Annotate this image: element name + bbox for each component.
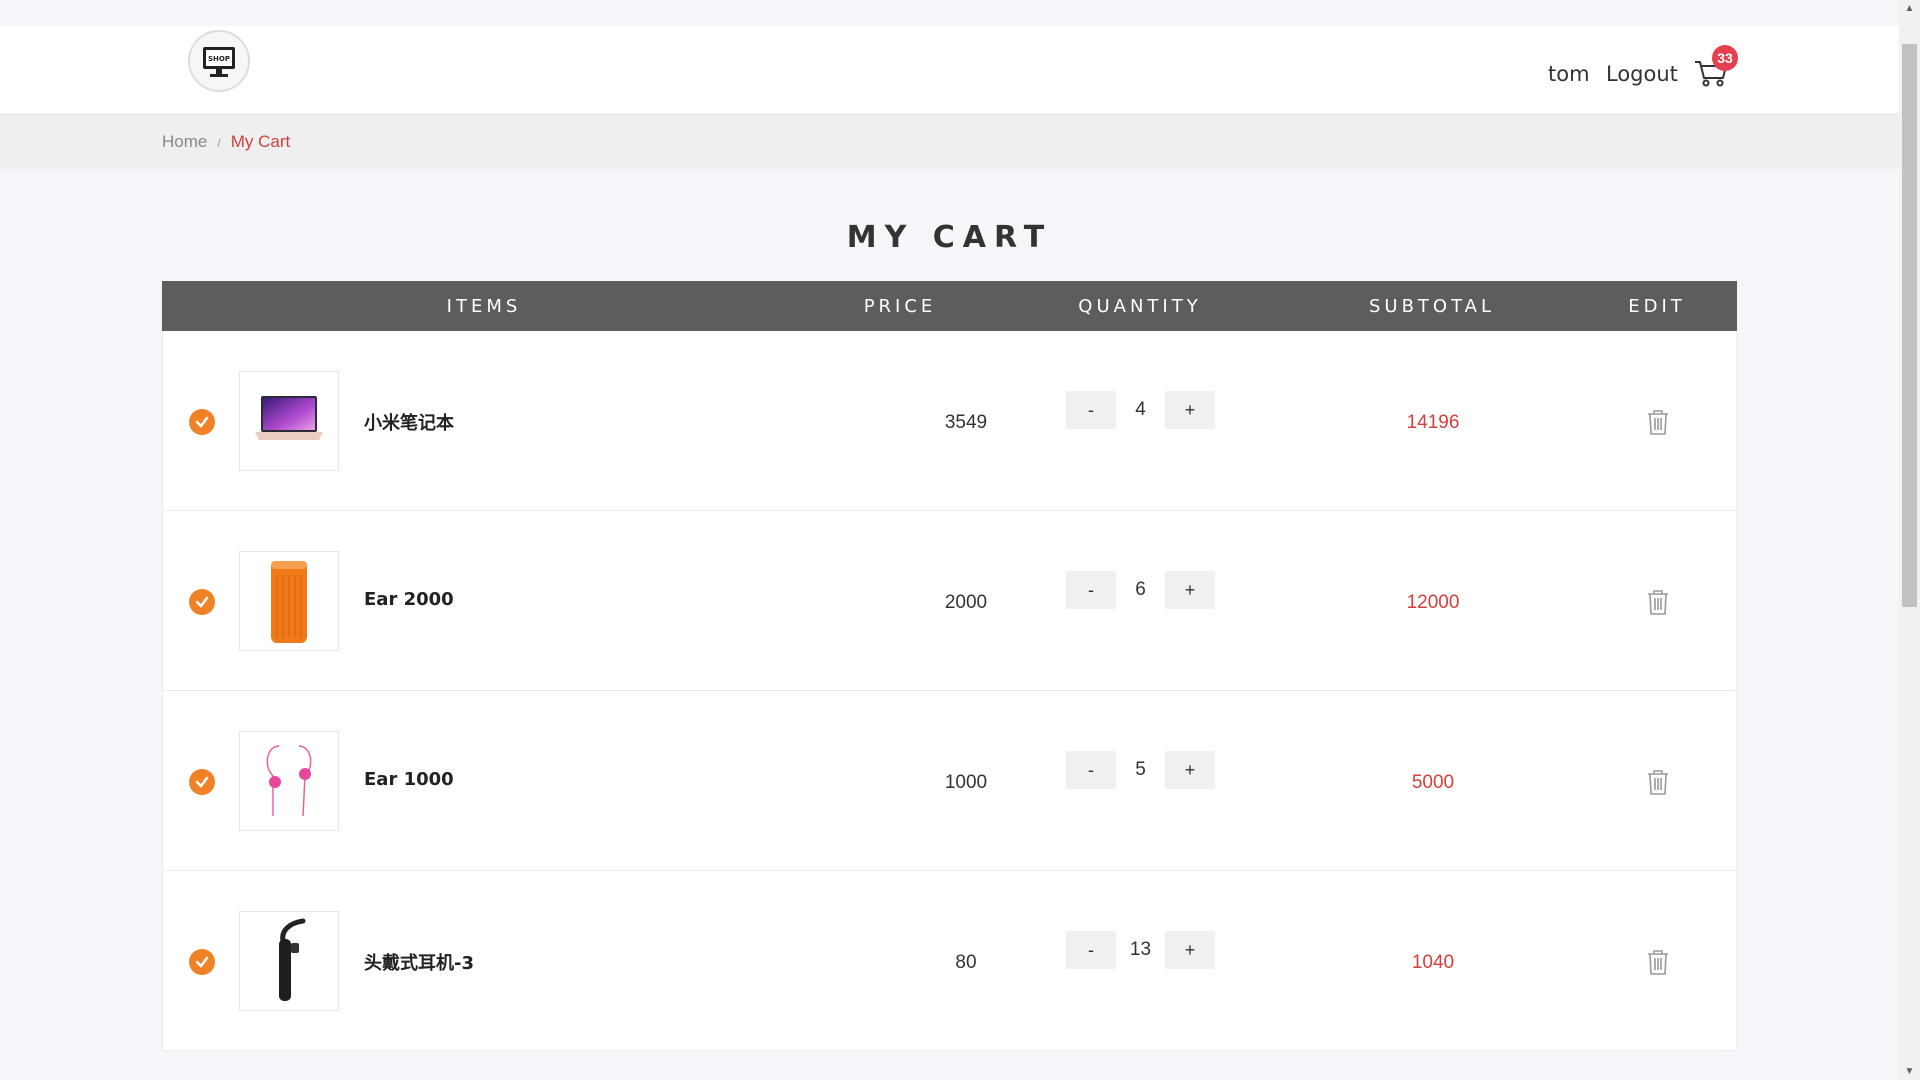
product-name[interactable]: 小米笔记本 — [364, 409, 454, 435]
quantity-stepper: - 5 + — [1066, 751, 1215, 789]
breadcrumb-bar: Home / My Cart — [0, 113, 1899, 169]
cart-row: Ear 2000 2000 - 6 + 12000 — [162, 511, 1737, 691]
column-header-edit: EDIT — [1628, 296, 1686, 317]
breadcrumb-current: My Cart — [230, 132, 291, 151]
decrease-quantity-button[interactable]: - — [1066, 931, 1116, 969]
cart-row: Ear 1000 1000 - 5 + 5000 — [162, 691, 1737, 871]
product-image[interactable] — [239, 911, 339, 1011]
table-header: ITEMS PRICE QUANTITY SUBTOTAL EDIT — [162, 281, 1737, 331]
item-checkbox[interactable] — [189, 769, 215, 795]
quantity-value[interactable]: 4 — [1116, 391, 1165, 429]
cart-count-badge: 33 — [1712, 45, 1738, 71]
breadcrumb-home-link[interactable]: Home — [162, 132, 207, 151]
trash-icon[interactable] — [1643, 767, 1673, 797]
product-image[interactable] — [239, 731, 339, 831]
product-price: 1000 — [944, 772, 988, 793]
breadcrumb-separator: / — [217, 136, 221, 150]
laptop-image — [255, 396, 323, 440]
product-subtotal: 12000 — [1406, 592, 1460, 613]
trash-icon[interactable] — [1643, 587, 1673, 617]
breadcrumb: Home / My Cart — [162, 132, 290, 152]
pink-earphones-image — [266, 745, 312, 817]
product-subtotal: 1040 — [1411, 952, 1455, 973]
product-price: 80 — [955, 952, 977, 973]
logout-link[interactable]: Logout — [1606, 62, 1678, 86]
column-header-items: ITEMS — [446, 296, 522, 317]
product-price: 3549 — [944, 412, 988, 433]
quantity-stepper: - 6 + — [1066, 571, 1215, 609]
increase-quantity-button[interactable]: + — [1165, 571, 1215, 609]
shop-logo[interactable]: SHOP — [188, 30, 250, 92]
product-subtotal: 5000 — [1411, 772, 1455, 793]
item-checkbox[interactable] — [189, 589, 215, 615]
scroll-down-arrow-icon[interactable]: ▼ — [1899, 1063, 1920, 1080]
scrollbar-thumb[interactable] — [1902, 44, 1917, 607]
increase-quantity-button[interactable]: + — [1165, 751, 1215, 789]
bluetooth-headset-image — [279, 918, 306, 1001]
vertical-scrollbar[interactable]: ▲ ▼ — [1899, 0, 1920, 1080]
monitor-logo-icon: SHOP — [203, 47, 235, 77]
quantity-stepper: - 13 + — [1066, 931, 1215, 969]
quantity-value[interactable]: 6 — [1116, 571, 1165, 609]
column-header-price: PRICE — [863, 296, 937, 317]
increase-quantity-button[interactable]: + — [1165, 391, 1215, 429]
product-image[interactable] — [239, 371, 339, 471]
decrease-quantity-button[interactable]: - — [1066, 571, 1116, 609]
product-price: 2000 — [944, 592, 988, 613]
decrease-quantity-button[interactable]: - — [1066, 391, 1116, 429]
quantity-value[interactable]: 5 — [1116, 751, 1165, 789]
quantity-value[interactable]: 13 — [1116, 931, 1165, 969]
trash-icon[interactable] — [1643, 407, 1673, 437]
checkmark-icon — [195, 776, 209, 788]
checkmark-icon — [195, 416, 209, 428]
column-header-quantity: QUANTITY — [1078, 296, 1202, 317]
trash-icon[interactable] — [1643, 947, 1673, 977]
cart-row: 小米笔记本 3549 - 4 + 14196 — [162, 331, 1737, 511]
cart-table: ITEMS PRICE QUANTITY SUBTOTAL EDIT 小米笔记本… — [162, 281, 1737, 1051]
svg-text:SHOP: SHOP — [208, 55, 230, 63]
username: tom — [1548, 62, 1590, 86]
increase-quantity-button[interactable]: + — [1165, 931, 1215, 969]
site-header: SHOP tom Logout 33 — [0, 26, 1899, 113]
item-checkbox[interactable] — [189, 949, 215, 975]
item-checkbox[interactable] — [189, 409, 215, 435]
product-image[interactable] — [239, 551, 339, 651]
decrease-quantity-button[interactable]: - — [1066, 751, 1116, 789]
product-subtotal: 14196 — [1406, 412, 1460, 433]
product-name[interactable]: 头戴式耳机-3 — [364, 949, 474, 975]
checkmark-icon — [195, 596, 209, 608]
cart-row: 头戴式耳机-3 80 - 13 + 1040 — [162, 871, 1737, 1051]
scroll-up-arrow-icon[interactable]: ▲ — [1899, 0, 1920, 17]
top-strip — [0, 0, 1899, 26]
column-header-subtotal: SUBTOTAL — [1368, 296, 1496, 317]
orange-speaker-image — [271, 561, 307, 643]
page-title: MY CART — [846, 220, 1053, 255]
product-name[interactable]: Ear 2000 — [364, 589, 454, 610]
product-name[interactable]: Ear 1000 — [364, 769, 454, 790]
checkmark-icon — [195, 956, 209, 968]
quantity-stepper: - 4 + — [1066, 391, 1215, 429]
